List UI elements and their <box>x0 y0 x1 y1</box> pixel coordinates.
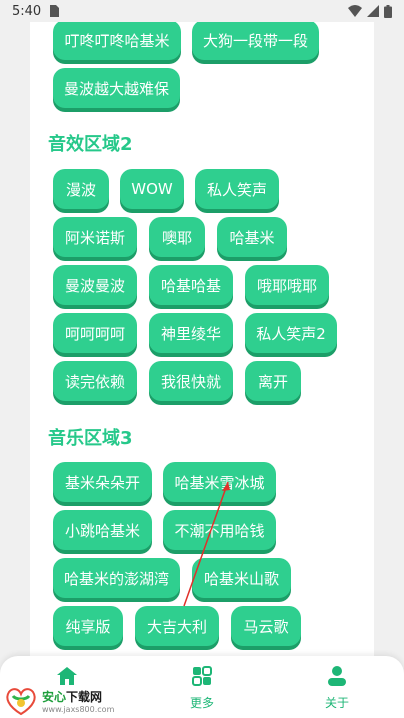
watermark-brand: 安心下载网 <box>42 688 114 705</box>
sound-button[interactable]: 阿米诺斯 <box>53 217 137 257</box>
nav-item-about[interactable]: 关于 <box>297 664 377 711</box>
wifi-icon <box>348 5 362 17</box>
sim-card-icon <box>50 5 60 17</box>
sound-button[interactable]: 私人笑声 <box>195 169 279 209</box>
sound-button[interactable]: 哈基米 <box>217 217 287 257</box>
sound-button[interactable]: 曼波曼波 <box>53 265 137 305</box>
signal-icon <box>367 5 379 17</box>
sound-button[interactable]: 私人笑声2 <box>245 313 337 353</box>
watermark: 安心下载网 www.jaxs800.com <box>4 686 114 716</box>
nav-label: 更多 <box>189 696 214 710</box>
watermark-url: www.jaxs800.com <box>42 705 115 714</box>
sound-button[interactable]: 我很快就 <box>149 361 233 401</box>
section-title: 音乐区域3 <box>48 428 133 449</box>
sound-button[interactable]: 大狗一段带一段 <box>192 20 319 60</box>
sound-button[interactable]: WOW <box>120 169 184 209</box>
status-bar: 5:40 <box>0 0 404 22</box>
battery-icon <box>384 4 392 18</box>
music-button[interactable]: 不潮不用哈钱 <box>163 510 276 550</box>
music-button[interactable]: 哈基米雪冰城 <box>163 462 276 502</box>
sound-button[interactable]: 漫波 <box>53 169 109 209</box>
home-icon <box>55 664 79 688</box>
sound-button[interactable]: 哈基哈基 <box>149 265 233 305</box>
sound-button[interactable]: 叮咚叮咚哈基米 <box>53 20 181 60</box>
about-icon <box>325 664 349 688</box>
sound-button[interactable]: 曼波越大越难保 <box>53 68 180 108</box>
music-button[interactable]: 马云歌 <box>231 606 301 646</box>
music-button[interactable]: 哈基米的澎湖湾 <box>53 558 180 598</box>
sound-button[interactable]: 读完依赖 <box>53 361 137 401</box>
watermark-brand-green: 安心 <box>42 690 67 704</box>
sound-button[interactable]: 呵呵呵呵 <box>53 313 137 353</box>
section-title: 音效区域2 <box>48 134 133 155</box>
sound-button[interactable]: 噢耶 <box>149 217 205 257</box>
music-button[interactable]: 大吉大利 <box>135 606 219 646</box>
music-button[interactable]: 小跳哈基米 <box>53 510 152 550</box>
more-icon <box>190 664 214 688</box>
sound-button[interactable]: 离开 <box>245 361 301 401</box>
sound-button[interactable]: 哦耶哦耶 <box>245 265 329 305</box>
status-time: 5:40 <box>12 3 42 19</box>
sound-list-card: 叮咚叮咚哈基米 大狗一段带一段 曼波越大越难保 音效区域2 漫波 WOW 私人笑… <box>30 0 374 718</box>
nav-label: 关于 <box>324 696 349 710</box>
nav-item-more[interactable]: 更多 <box>162 664 242 711</box>
sound-button[interactable]: 神里绫华 <box>149 313 233 353</box>
music-button[interactable]: 哈基米山歌 <box>192 558 291 598</box>
watermark-logo-icon <box>4 686 38 716</box>
music-button[interactable]: 基米朵朵开 <box>53 462 152 502</box>
watermark-brand-dark: 下载网 <box>66 690 103 704</box>
music-button[interactable]: 纯享版 <box>53 606 123 646</box>
